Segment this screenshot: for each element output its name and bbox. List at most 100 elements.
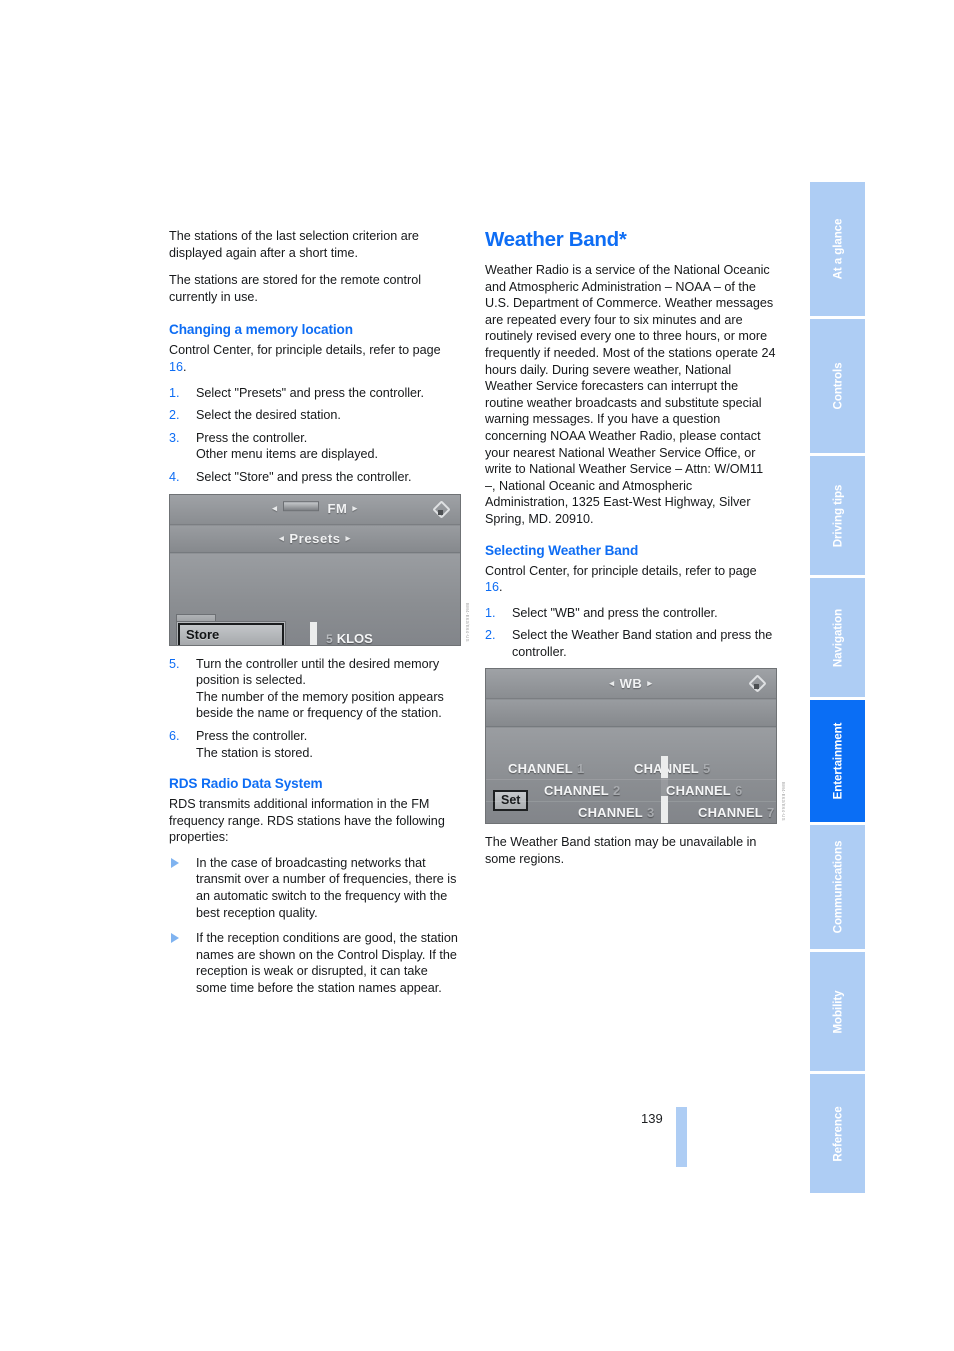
page-title: Weather Band* bbox=[485, 228, 627, 251]
display-mode-icon bbox=[746, 674, 768, 694]
step-number: 3. bbox=[169, 430, 180, 445]
step-number: 5. bbox=[169, 656, 180, 671]
scrollbar-thumb[interactable] bbox=[661, 796, 668, 824]
sidebar-item-controls[interactable]: Controls bbox=[810, 319, 865, 453]
sidebar-item-label: Communications bbox=[831, 840, 844, 934]
display-main-area: Set CHANNEL1 CHANNEL5 CHANNEL2 CHANNEL6 … bbox=[486, 728, 776, 824]
figure-code: BM4-E63/E64-US bbox=[781, 781, 786, 821]
chevron-right-icon[interactable]: ▸ bbox=[347, 503, 362, 513]
sidebar-item-label: Entertainment bbox=[831, 722, 844, 800]
step-number: 1. bbox=[485, 605, 496, 620]
step-text: Select "WB" and press the controller. bbox=[512, 605, 718, 620]
display-mode-icon bbox=[430, 499, 452, 519]
step-detail: The number of the memory position appear… bbox=[196, 689, 444, 721]
source-badge-icon bbox=[282, 501, 319, 512]
chapter-tab-sidebar: At a glance Controls Driving tips Naviga… bbox=[810, 182, 865, 1196]
band-selector: ◂ WB ▸ bbox=[486, 675, 776, 693]
list-item: 2. Select the desired station. bbox=[169, 407, 461, 424]
menu-item-store[interactable]: Store bbox=[178, 622, 284, 645]
step-number: 2. bbox=[169, 408, 180, 423]
selecting-intro-prefix: Control Center, for principle details, r… bbox=[485, 563, 757, 578]
submenu-selector: ◂ Presets ▸ bbox=[170, 530, 460, 548]
table-row: CHANNEL1 CHANNEL5 bbox=[486, 758, 776, 781]
right-column: Weather Band* Weather Radio is a service… bbox=[485, 228, 786, 879]
step-text: Select "Store" and press the controller. bbox=[196, 469, 412, 484]
sidebar-item-label: At a glance bbox=[831, 218, 844, 280]
channel-cell[interactable]: CHANNEL 1 bbox=[508, 758, 584, 780]
figure-weather-band: ◂WB▸ Set CHANNEL1 CHANNEL5 CHANNEL2 CHAN… bbox=[485, 668, 786, 825]
list-item: 4. Select "Store" and press the controll… bbox=[169, 469, 461, 486]
bullet-text: If the reception conditions are good, th… bbox=[196, 931, 458, 996]
list-item: 2. Select the Weather Band station and p… bbox=[485, 627, 777, 660]
scrollbar-thumb[interactable] bbox=[661, 756, 668, 779]
rds-intro: RDS transmits additional information in … bbox=[169, 797, 445, 845]
selecting-intro-suffix: . bbox=[499, 580, 503, 595]
list-item: 6. Press the controller. The station is … bbox=[169, 728, 461, 761]
channel-cell[interactable]: CHANNEL 7 bbox=[698, 802, 774, 823]
list-item: If the reception conditions are good, th… bbox=[169, 930, 461, 996]
page-number: 139 bbox=[641, 1111, 663, 1126]
manual-page: The stations of the last selection crite… bbox=[0, 0, 954, 1351]
scrollbar-thumb[interactable] bbox=[310, 621, 317, 645]
changing-memory-intro-suffix: . bbox=[183, 359, 187, 374]
changing-memory-steps: 1. Select "Presets" and press the contro… bbox=[169, 385, 461, 486]
intro-paragraph-1: The stations of the last selection crite… bbox=[169, 229, 419, 260]
channel-label: CHANNEL bbox=[508, 761, 573, 777]
step-number: 6. bbox=[169, 728, 180, 743]
sidebar-item-navigation[interactable]: Navigation bbox=[810, 578, 865, 697]
control-display-fm-screenshot: ◂FM▸ ◂Presets▸ 5KLOS 697.5 bbox=[169, 493, 461, 646]
sidebar-item-label: Reference bbox=[831, 1105, 844, 1162]
display-top-bar: ◂ WB ▸ bbox=[486, 669, 776, 700]
context-menu: Store Tone Scan bbox=[176, 620, 286, 645]
bullet-text: In the case of broadcasting networks tha… bbox=[196, 855, 457, 920]
sidebar-item-reference[interactable]: Reference bbox=[810, 1074, 865, 1193]
channel-number: 3 bbox=[646, 805, 655, 821]
display-submenu-bar bbox=[486, 700, 776, 728]
sidebar-item-entertainment[interactable]: Entertainment bbox=[810, 700, 865, 822]
step-text: Press the controller. bbox=[196, 430, 308, 445]
chevron-right-icon[interactable]: ▸ bbox=[642, 678, 657, 688]
heading-rds-radio-data-system: RDS Radio Data System bbox=[169, 776, 323, 792]
scrollbar-vertical[interactable] bbox=[310, 621, 317, 645]
chevron-left-icon[interactable]: ◂ bbox=[267, 503, 282, 513]
chevron-right-icon[interactable]: ▸ bbox=[341, 533, 356, 543]
chevron-left-icon[interactable]: ◂ bbox=[274, 533, 289, 543]
scrollbar-vertical[interactable] bbox=[661, 756, 668, 824]
band-label: WB bbox=[619, 676, 643, 692]
step-number: 1. bbox=[169, 385, 180, 400]
heading-selecting-weather-band: Selecting Weather Band bbox=[485, 542, 639, 558]
changing-memory-steps-continued: 5. Turn the controller until the desired… bbox=[169, 656, 461, 762]
channel-cell[interactable]: CHANNEL 3 bbox=[578, 802, 655, 823]
sidebar-item-label: Controls bbox=[831, 362, 844, 410]
channel-cell[interactable]: CHANNEL5 bbox=[634, 758, 710, 780]
page-reference-link[interactable]: 16 bbox=[485, 580, 499, 594]
channel-number: 5 bbox=[702, 761, 711, 777]
triangle-bullet-icon bbox=[171, 933, 179, 944]
sidebar-item-driving-tips[interactable]: Driving tips bbox=[810, 456, 865, 575]
step-number: 4. bbox=[169, 469, 180, 484]
chevron-left-icon[interactable]: ◂ bbox=[604, 678, 619, 688]
channel-cell[interactable]: CHANNEL 6 bbox=[666, 780, 742, 802]
sidebar-item-label: Mobility bbox=[831, 990, 844, 1033]
sidebar-item-communications[interactable]: Communications bbox=[810, 825, 865, 949]
page-reference-link[interactable]: 16 bbox=[169, 360, 183, 374]
list-item: 3. Press the controller. Other menu item… bbox=[169, 430, 461, 463]
band-selector: ◂ FM ▸ bbox=[170, 500, 460, 518]
sidebar-item-mobility[interactable]: Mobility bbox=[810, 952, 865, 1071]
weather-band-intro: Weather Radio is a service of the Nation… bbox=[485, 263, 776, 526]
sidebar-item-at-a-glance[interactable]: At a glance bbox=[810, 182, 865, 316]
control-display-wb-screenshot: ◂WB▸ Set CHANNEL1 CHANNEL5 CHANNEL2 CHAN… bbox=[485, 668, 777, 825]
display-submenu-bar: ◂ Presets ▸ bbox=[170, 525, 460, 553]
channel-label: CHANNEL bbox=[544, 783, 609, 799]
preset-cell[interactable]: 5 KLOS bbox=[326, 627, 373, 646]
list-item: 5. Turn the controller until the desired… bbox=[169, 656, 461, 722]
preset-index: 5 bbox=[326, 631, 333, 646]
selecting-weather-band-steps: 1. Select "WB" and press the controller.… bbox=[485, 605, 777, 661]
channel-label: CHANNEL bbox=[666, 783, 731, 799]
step-text: Select "Presets" and press the controlle… bbox=[196, 385, 425, 400]
display-main-area: 5KLOS 697.5 3WNYC 7KROQ 498.3 8100.5 bbox=[170, 553, 460, 646]
weather-band-note: The Weather Band station may be unavaila… bbox=[485, 835, 757, 867]
step-detail: Other menu items are displayed. bbox=[196, 447, 378, 462]
table-row: CHANNEL 3 CHANNEL 7 bbox=[486, 802, 776, 823]
channel-cell[interactable]: CHANNEL 2 bbox=[544, 780, 620, 802]
